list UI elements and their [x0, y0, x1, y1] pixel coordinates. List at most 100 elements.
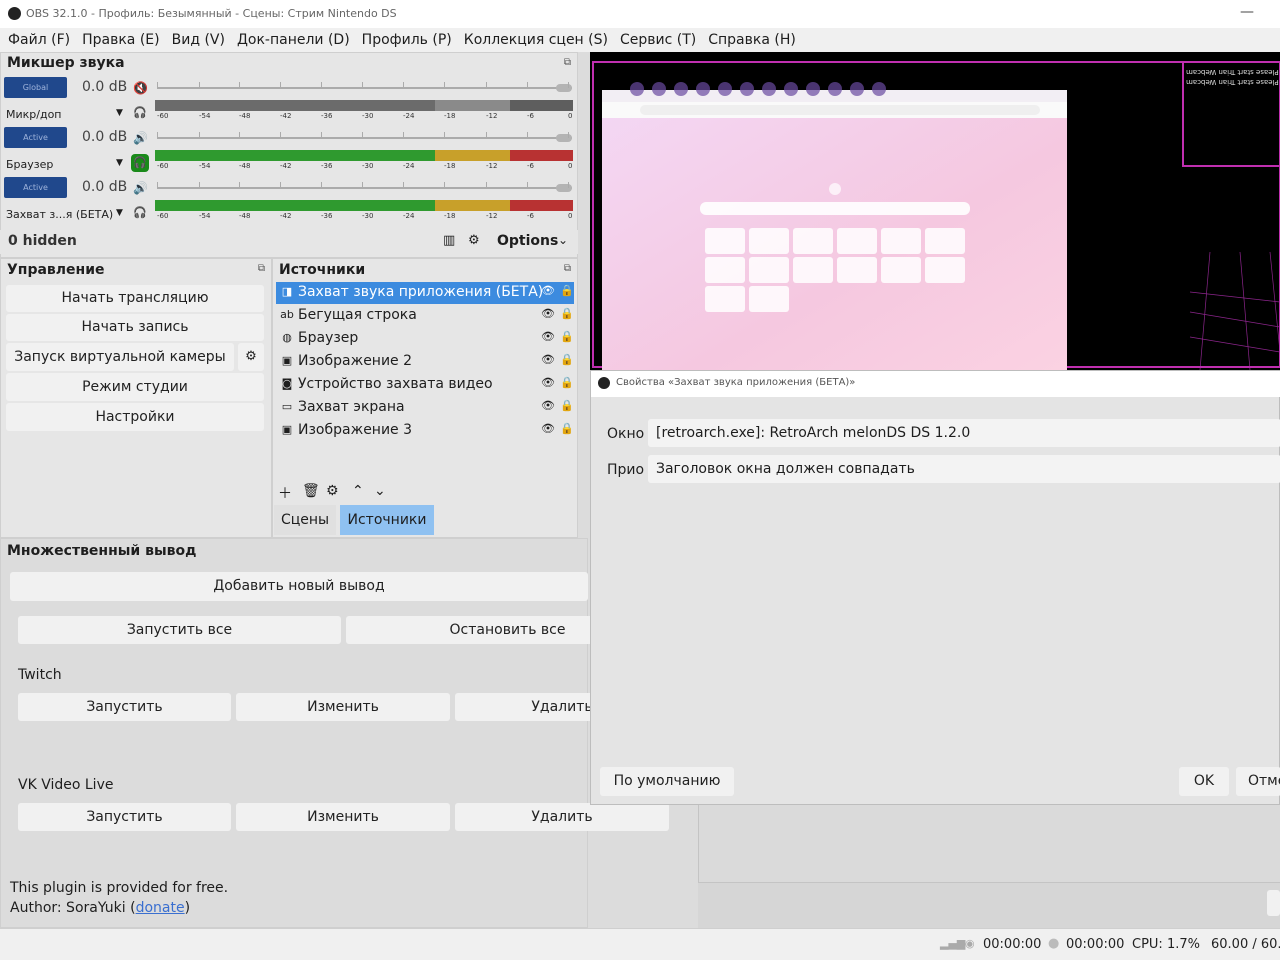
meter-tick-label: -36 [321, 162, 333, 170]
menu-profile[interactable]: Профиль (P) [356, 32, 458, 48]
lock-icon[interactable]: 🔒 [560, 422, 574, 435]
speaker-icon[interactable]: 🔊 [133, 181, 148, 195]
ok-button[interactable]: OK [1179, 767, 1229, 796]
chevron-down-icon[interactable]: ▼ [116, 158, 123, 168]
speaker-muted-icon[interactable]: 🔇 [133, 81, 148, 95]
source-item[interactable]: ◙ Устройство захвата видео 👁 🔒 [276, 374, 574, 396]
add-new-output-button[interactable]: Добавить новый вывод [10, 572, 588, 601]
speaker-icon[interactable]: 🔊 [133, 131, 148, 145]
lock-icon[interactable]: 🔒 [560, 330, 574, 343]
source-item[interactable]: ab Бегущая строка 👁 🔒 [276, 305, 574, 327]
donate-link[interactable]: donate [136, 900, 185, 916]
preview-canvas[interactable]: Please start Trian Webcam Please start T… [590, 52, 1280, 370]
chevron-down-icon[interactable]: ▼ [116, 208, 123, 218]
source-item[interactable]: ▣ Изображение 2 👁 🔒 [276, 351, 574, 373]
menu-tools[interactable]: Сервис (T) [614, 32, 702, 48]
tab-sources[interactable]: Источники [340, 505, 434, 535]
lock-icon[interactable]: 🔒 [560, 353, 574, 366]
obs-logo-icon [8, 7, 21, 20]
source-item[interactable]: ◍ Браузер 👁 🔒 [276, 328, 574, 350]
window-select[interactable]: [retroarch.exe]: RetroArch melonDS DS 1.… [648, 419, 1280, 447]
start-streaming-button[interactable]: Начать трансляцию [6, 285, 264, 312]
eye-icon[interactable]: 👁 [541, 376, 555, 389]
eye-icon[interactable]: 👁 [541, 422, 555, 435]
add-icon[interactable]: ＋ [278, 483, 292, 503]
move-down-icon[interactable]: ⌄ [374, 483, 386, 499]
vk-edit-button[interactable]: Изменить [236, 803, 450, 831]
target-name-vk: VK Video Live [18, 777, 114, 793]
layout-toggle-icon[interactable]: ▥ [443, 233, 455, 248]
sources-title: Источники [279, 262, 366, 278]
start-all-button[interactable]: Запустить все [18, 616, 341, 644]
twitch-start-button[interactable]: Запустить [18, 693, 231, 721]
volume-slider-knob[interactable] [556, 184, 572, 192]
start-virtual-camera-button[interactable]: Запуск виртуальной камеры [6, 343, 234, 371]
undock-icon[interactable]: ⧉ [258, 263, 265, 274]
chevron-down-icon[interactable]: ▼ [116, 108, 123, 118]
menu-view[interactable]: Вид (V) [166, 32, 231, 48]
author-prefix: Author: SoraYuki ( [10, 900, 136, 916]
settings-gear-icon[interactable]: ⚙ [468, 233, 480, 248]
volume-slider-knob[interactable] [556, 134, 572, 142]
source-item[interactable]: ▣ Изображение 3 👁 🔒 [276, 420, 574, 442]
channel-name: Микр/доп [6, 108, 62, 121]
vk-start-button[interactable]: Запустить [18, 803, 231, 831]
priority-select[interactable]: Заголовок окна должен совпадать [648, 455, 1280, 483]
undock-icon[interactable]: ⧉ [564, 57, 571, 68]
tab-scenes[interactable]: Сцены [274, 505, 336, 535]
options-button[interactable]: Options [497, 233, 558, 249]
headphones-icon[interactable]: 🎧 [131, 104, 149, 122]
minimize-button[interactable]: — [1240, 4, 1254, 20]
volume-slider[interactable] [157, 87, 572, 89]
meter-scale: -60 -54 -48 -42 -36 -30 -24 -18 -12 -6 0 [155, 162, 575, 174]
meter-tick-label: -6 [527, 112, 534, 120]
trash-icon[interactable]: 🗑 [302, 483, 320, 499]
speed-dial-tile [793, 257, 833, 283]
gear-icon[interactable]: ⚙ [326, 483, 339, 499]
eye-icon[interactable]: 👁 [541, 399, 555, 412]
eye-icon[interactable]: 👁 [541, 353, 555, 366]
meter-tick-label: -54 [199, 162, 211, 170]
meter-segment [510, 150, 573, 161]
headphones-icon[interactable]: 🎧 [131, 154, 149, 172]
offscreen-button[interactable] [1267, 890, 1280, 916]
volume-slider-knob[interactable] [556, 84, 572, 92]
move-up-icon[interactable]: ⌃ [352, 483, 364, 499]
menu-edit[interactable]: Правка (E) [76, 32, 166, 48]
eye-icon[interactable]: 👁 [541, 330, 555, 343]
menu-help[interactable]: Справка (H) [702, 32, 802, 48]
virtual-camera-settings-icon[interactable]: ⚙ [238, 343, 264, 371]
multi-output-title: Множественный вывод [7, 543, 197, 559]
eye-icon[interactable]: 👁 [541, 307, 555, 320]
slider-tick [362, 182, 363, 188]
meter-tick-label: -48 [239, 212, 251, 220]
meter-tick-label: -54 [199, 212, 211, 220]
undock-icon[interactable]: ⧉ [564, 263, 571, 274]
settings-button[interactable]: Настройки [6, 403, 264, 431]
vk-delete-button[interactable]: Удалить [455, 803, 669, 831]
meter-tick-label: 0 [568, 162, 573, 170]
preview-taskbar-icon [872, 82, 886, 96]
volume-slider[interactable] [157, 187, 572, 189]
defaults-button[interactable]: По умолчанию [600, 767, 734, 796]
menu-scene-collection[interactable]: Коллекция сцен (S) [458, 32, 614, 48]
twitch-edit-button[interactable]: Изменить [236, 693, 450, 721]
slider-tick [321, 182, 322, 188]
menu-docks[interactable]: Док-панели (D) [231, 32, 356, 48]
meter-segment [155, 200, 435, 211]
studio-mode-button[interactable]: Режим студии [6, 373, 264, 401]
lock-icon[interactable]: 🔒 [560, 376, 574, 389]
lock-icon[interactable]: 🔒 [560, 284, 574, 297]
menu-file[interactable]: Файл (F) [2, 32, 76, 48]
lock-icon[interactable]: 🔒 [560, 399, 574, 412]
eye-icon[interactable]: 👁 [541, 284, 555, 297]
source-item[interactable]: ◨ Захват звука приложения (БЕТА) 👁 🔒 [276, 282, 574, 304]
meter-tick-label: -18 [444, 112, 456, 120]
lock-icon[interactable]: 🔒 [560, 307, 574, 320]
headphones-icon[interactable]: 🎧 [131, 204, 149, 222]
start-recording-button[interactable]: Начать запись [6, 314, 264, 341]
cancel-button[interactable]: Отме [1236, 767, 1280, 796]
volume-slider[interactable] [157, 137, 572, 139]
meter-tick-label: 0 [568, 112, 573, 120]
source-item[interactable]: ▭ Захват экрана 👁 🔒 [276, 397, 574, 419]
